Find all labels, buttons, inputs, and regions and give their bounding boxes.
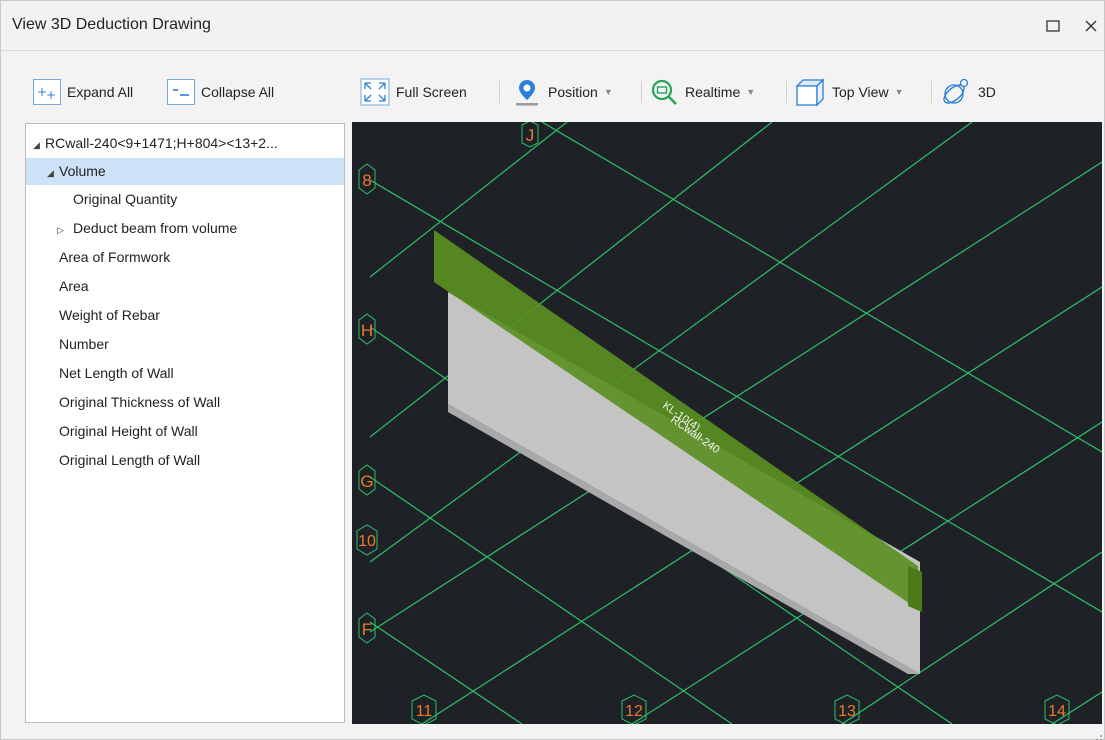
location-pin-icon bbox=[516, 80, 538, 106]
tree-root[interactable]: ◢ RCwall-240<9+1471;H+804><13+2... bbox=[26, 130, 344, 157]
axis-marker-14: 14 bbox=[1044, 694, 1070, 724]
tree-item-label: Original Height of Wall bbox=[59, 423, 198, 439]
tree-item-label: Deduct beam from volume bbox=[73, 220, 238, 236]
expand-all-button[interactable]: + + Expand All bbox=[33, 77, 133, 107]
axis-marker-11: 11 bbox=[411, 694, 437, 724]
full-screen-icon bbox=[360, 78, 390, 106]
axis-marker-10: 10 bbox=[356, 524, 378, 556]
svg-text:12: 12 bbox=[625, 703, 643, 720]
svg-text:+: + bbox=[46, 88, 56, 100]
expand-all-label: Expand All bbox=[67, 84, 134, 100]
quantity-tree: ◢ RCwall-240<9+1471;H+804><13+2... ◢ Volum… bbox=[25, 123, 345, 723]
tree-item-original-quantity[interactable]: Original Quantity bbox=[26, 186, 344, 213]
full-screen-button[interactable]: Full Screen bbox=[360, 77, 467, 107]
tree-item-label: Area of Formwork bbox=[59, 249, 171, 265]
tree-item[interactable]: Original Thickness of Wall bbox=[26, 389, 344, 416]
realtime-label: Realtime bbox=[685, 84, 741, 100]
tree-item-deduct-beam[interactable]: ▷ Deduct beam from volume bbox=[26, 215, 344, 242]
resize-grip-icon[interactable] bbox=[1095, 729, 1103, 740]
window-title: View 3D Deduction Drawing bbox=[12, 16, 211, 33]
maximize-button[interactable] bbox=[1041, 15, 1065, 37]
position-dropdown-icon[interactable]: ▼ bbox=[604, 87, 613, 97]
toolbar-separator bbox=[931, 81, 932, 103]
axis-marker-g: G bbox=[358, 464, 376, 496]
axis-marker-f: F bbox=[358, 612, 376, 644]
maximize-icon bbox=[1046, 20, 1060, 32]
tree-item-label: Original Length of Wall bbox=[59, 452, 201, 468]
collapse-all-icon bbox=[167, 79, 195, 105]
collapse-all-button[interactable]: Collapse All bbox=[167, 77, 274, 107]
tree-item-label: Net Length of Wall bbox=[59, 365, 174, 381]
axis-marker-j: J bbox=[521, 122, 539, 148]
cube-top-view-icon bbox=[795, 78, 825, 107]
position-button[interactable]: Position ▼ bbox=[512, 77, 613, 107]
dialog-window: View 3D Deduction Drawing + + Expand All … bbox=[0, 0, 1105, 740]
full-screen-label: Full Screen bbox=[396, 84, 467, 100]
toolbar-separator bbox=[641, 81, 642, 103]
axis-marker-13: 13 bbox=[834, 694, 860, 724]
tree-item-label: Volume bbox=[59, 163, 106, 179]
title-bar: View 3D Deduction Drawing bbox=[1, 1, 1104, 51]
top-view-button[interactable]: Top View ▼ bbox=[794, 77, 903, 107]
3d-view-button[interactable]: 3D bbox=[940, 77, 996, 107]
tree-item-volume[interactable]: ◢ Volume bbox=[26, 158, 344, 185]
tree-item-label: Original Quantity bbox=[73, 191, 178, 207]
svg-text:H: H bbox=[361, 321, 373, 340]
axis-marker-h: H bbox=[358, 313, 376, 345]
top-view-label: Top View bbox=[832, 84, 889, 100]
tree-item[interactable]: Area of Formwork bbox=[26, 244, 344, 271]
tree-item[interactable]: Original Height of Wall bbox=[26, 418, 344, 445]
tree-root-label: RCwall-240<9+1471;H+804><13+2... bbox=[45, 135, 278, 151]
svg-text:8: 8 bbox=[362, 171, 371, 190]
axis-marker-8: 8 bbox=[358, 163, 376, 195]
close-icon bbox=[1085, 20, 1097, 32]
realtime-button[interactable]: Realtime ▼ bbox=[649, 77, 755, 107]
svg-text:14: 14 bbox=[1048, 703, 1066, 720]
3d-view-label: 3D bbox=[978, 84, 996, 100]
axis-marker-12: 12 bbox=[621, 694, 647, 724]
svg-text:11: 11 bbox=[416, 703, 433, 720]
toolbar-separator bbox=[499, 81, 500, 103]
collapse-arrow-icon[interactable]: ◢ bbox=[33, 132, 45, 159]
tree-item-label: Number bbox=[59, 336, 109, 352]
3d-viewport[interactable]: KL-10(4) RCwall-240 J 8 H G 10 F 11 12 1… bbox=[352, 122, 1102, 724]
expand-all-icon: + + bbox=[33, 79, 61, 105]
top-view-dropdown-icon[interactable]: ▼ bbox=[895, 87, 904, 97]
tree-item[interactable]: Net Length of Wall bbox=[26, 360, 344, 387]
expand-arrow-icon[interactable]: ▷ bbox=[57, 217, 73, 244]
svg-text:10: 10 bbox=[358, 533, 376, 550]
tree-item-label: Original Thickness of Wall bbox=[59, 394, 221, 410]
3d-scene: KL-10(4) RCwall-240 J 8 H G 10 F 11 12 1… bbox=[356, 122, 1102, 724]
zoom-realtime-icon bbox=[651, 79, 677, 105]
svg-text:G: G bbox=[360, 472, 373, 491]
svg-text:J: J bbox=[526, 126, 535, 145]
tree-item[interactable]: Area bbox=[26, 273, 344, 300]
realtime-dropdown-icon[interactable]: ▼ bbox=[746, 87, 755, 97]
tree-item[interactable]: Number bbox=[26, 331, 344, 358]
collapse-arrow-icon[interactable]: ◢ bbox=[47, 160, 59, 187]
tree-item-label: Area bbox=[59, 278, 89, 294]
tree-item[interactable]: Original Length of Wall bbox=[26, 447, 344, 474]
collapse-all-label: Collapse All bbox=[201, 84, 275, 100]
close-button[interactable] bbox=[1079, 15, 1103, 37]
toolbar-separator bbox=[786, 81, 787, 103]
viewer-toolbar: Full Screen Position ▼ Realtime ▼ Top Vi… bbox=[351, 67, 1102, 115]
position-label: Position bbox=[548, 84, 598, 100]
rc-wall[interactable] bbox=[448, 292, 920, 674]
tree-item-label: Weight of Rebar bbox=[59, 307, 160, 323]
svg-text:13: 13 bbox=[838, 703, 856, 720]
svg-text:F: F bbox=[362, 620, 372, 639]
tree-item[interactable]: Weight of Rebar bbox=[26, 302, 344, 329]
3d-orbit-icon bbox=[943, 78, 969, 104]
tree-toolbar: + + Expand All Collapse All bbox=[25, 67, 345, 115]
